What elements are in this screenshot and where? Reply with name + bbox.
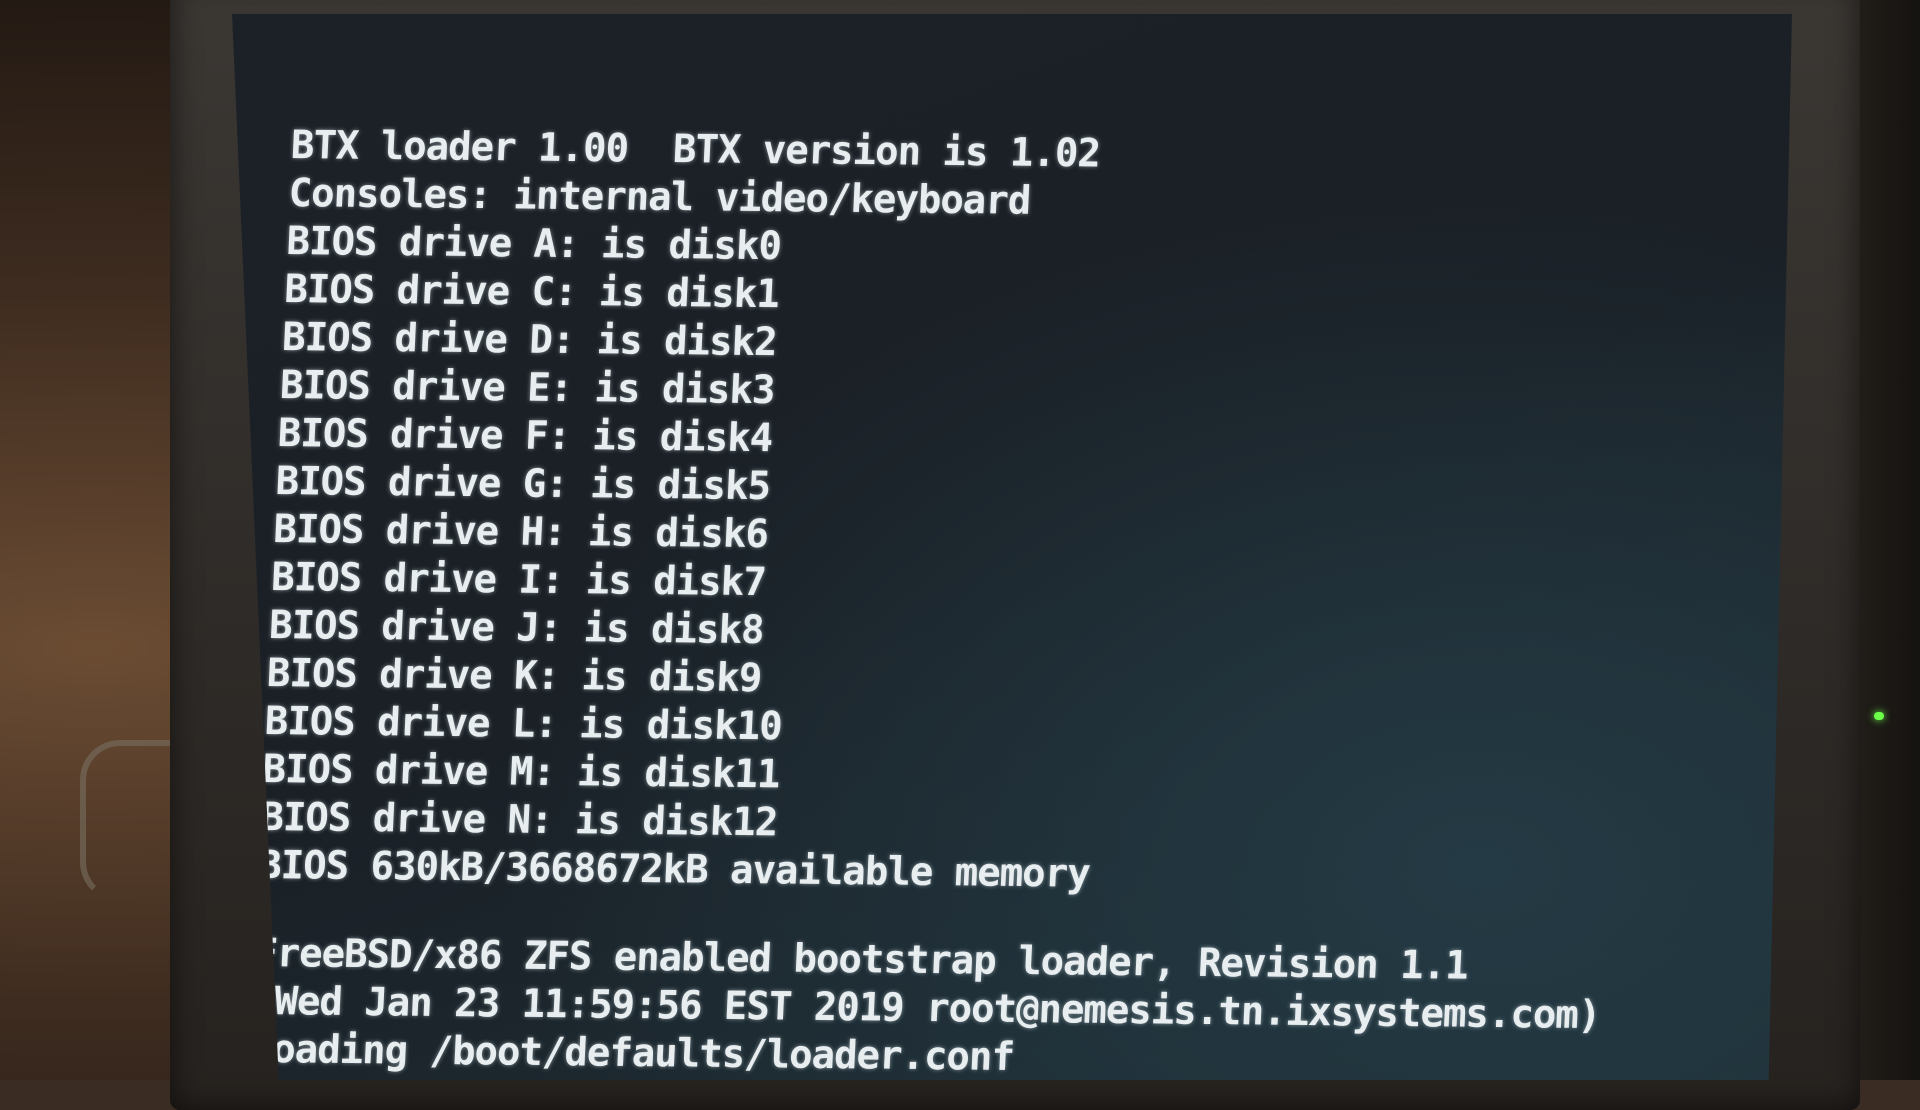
boot-console: BTX loader 1.00 BTX version is 1.02 Cons…	[248, 122, 1640, 1080]
monitor-screen[interactable]: BTX loader 1.00 BTX version is 1.02 Cons…	[232, 14, 1792, 1080]
status-led-icon	[1874, 712, 1884, 720]
